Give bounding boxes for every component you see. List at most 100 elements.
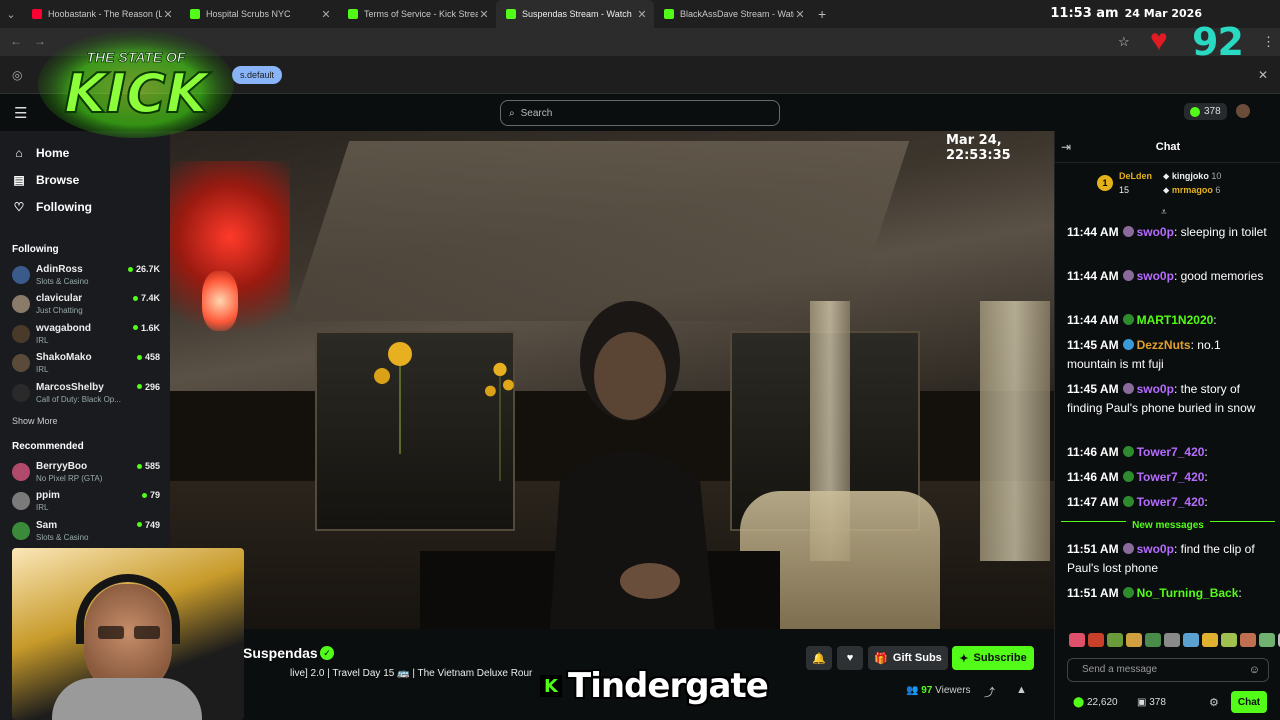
heart-icon: ♥	[846, 652, 854, 664]
emote-icon[interactable]	[1221, 633, 1237, 647]
tab-favicon-icon	[506, 9, 516, 19]
sidebar-channel[interactable]: AdinRoss Slots & Casino 26.7K	[12, 264, 160, 292]
sidebar-nav-following[interactable]: ♡ Following	[12, 200, 92, 214]
browser-tab[interactable]: BlackAssDave Stream - Watch L ✕	[654, 0, 812, 28]
user-avatar[interactable]	[1236, 104, 1250, 118]
chat-username[interactable]: Tower7_420	[1137, 495, 1205, 509]
live-viewer-count: 458	[137, 352, 160, 362]
sidebar-channel[interactable]: Sam Slots & Casino 749	[12, 520, 160, 548]
user-badge-icon	[1122, 543, 1134, 554]
channel-points[interactable]: ▣ 378	[1137, 697, 1166, 708]
tab-favicon-icon	[664, 9, 674, 19]
chat-input-placeholder: Send a message	[1082, 664, 1158, 675]
message-colon: :	[1238, 586, 1242, 600]
subscribe-button[interactable]: ✦ Subscribe	[952, 646, 1034, 670]
sidebar-nav-home[interactable]: ⌂ Home	[12, 146, 69, 160]
chat-input[interactable]: Send a message ☺	[1067, 658, 1269, 682]
live-viewer-count: 585	[137, 461, 160, 471]
chat-username[interactable]: swo0p	[1137, 269, 1174, 283]
emote-icon[interactable]	[1069, 633, 1085, 647]
menu-icon[interactable]: ☰	[14, 104, 27, 122]
sidebar-channel[interactable]: wvagabond IRL 1.6K	[12, 323, 160, 351]
leaderboard-entry[interactable]: ⬥ kingjoko 10	[1163, 171, 1221, 182]
gift-box-icon: ▣	[1137, 697, 1147, 708]
streamer-name[interactable]: Suspendas	[243, 645, 318, 661]
emote-icon[interactable]	[1202, 633, 1218, 647]
browser-menu-icon[interactable]: ⋮	[1262, 34, 1275, 50]
sidebar-channel[interactable]: ppim IRL 79	[12, 490, 160, 518]
sidebar-nav-browse[interactable]: ▤ Browse	[12, 173, 79, 187]
following-heading: Following	[12, 244, 59, 255]
message-time: 11:47 AM	[1067, 495, 1119, 509]
close-tab-icon[interactable]: ✕	[478, 8, 490, 21]
tab-title: Hospital Scrubs NYC	[206, 9, 291, 19]
gift-subs-button[interactable]: 🎁 Gift Subs	[868, 646, 948, 670]
notification-bell-button[interactable]: 🔔	[806, 646, 832, 670]
close-tab-icon[interactable]: ✕	[636, 8, 648, 21]
show-more-link[interactable]: Show More	[12, 416, 58, 426]
browser-tab[interactable]: Hoobastank - The Reason (Lyric ✕	[22, 0, 180, 28]
chat-username[interactable]: Tower7_420	[1137, 445, 1205, 459]
message-colon: :	[1173, 542, 1181, 556]
sidebar-channel[interactable]: MarcosShelby Call of Duty: Black Op... 2…	[12, 382, 160, 410]
chat-message: 11:46 AM Tower7_420:	[1067, 468, 1267, 487]
people-icon: 👥	[906, 685, 919, 696]
sidebar-channel[interactable]: BerryyBoo No Pixel RP (GTA) 585	[12, 461, 160, 489]
close-tab-icon[interactable]: ✕	[320, 8, 332, 21]
chat-username[interactable]: MART1N2020	[1137, 313, 1214, 327]
emote-icon[interactable]	[1164, 633, 1180, 647]
new-messages-divider[interactable]: New messages	[1061, 520, 1275, 540]
sidebar-channel[interactable]: clavicular Just Chatting 7.4K	[12, 293, 160, 321]
emote-icon[interactable]	[1107, 633, 1123, 647]
chat-username[interactable]: swo0p	[1137, 542, 1174, 556]
emote-icon[interactable]	[1183, 633, 1199, 647]
close-tab-icon[interactable]: ✕	[794, 8, 806, 21]
send-chat-button[interactable]: Chat	[1231, 691, 1267, 713]
browser-tab[interactable]: Suspendas Stream - Watch ✕	[496, 0, 654, 28]
follow-button[interactable]: ♥	[837, 646, 863, 670]
close-tab-icon[interactable]: ✕	[162, 8, 174, 21]
tab-list-dropdown-icon[interactable]: ⌄	[0, 0, 22, 28]
message-time: 11:51 AM	[1067, 542, 1119, 556]
emote-icon[interactable]	[1240, 633, 1256, 647]
leaderboard-entry[interactable]: DeLden	[1119, 171, 1152, 181]
report-icon[interactable]: ▲	[1016, 684, 1027, 696]
emote-icon[interactable]	[1259, 633, 1275, 647]
user-badge-icon	[1122, 471, 1134, 482]
leaderboard-entry[interactable]: ⬥ mrmagoo 6	[1163, 185, 1220, 196]
chat-username[interactable]: No_Turning_Back	[1137, 586, 1239, 600]
kick-points-badge[interactable]: 378	[1184, 103, 1227, 120]
search-input[interactable]: ⌕ Search	[500, 100, 780, 126]
browser-tab[interactable]: Hospital Scrubs NYC ✕	[180, 0, 338, 28]
sidebar-channel[interactable]: ShakoMako IRL 458	[12, 352, 160, 380]
bookmark-star-icon[interactable]: ☆	[1118, 34, 1130, 50]
emoji-icon[interactable]: ☺	[1249, 659, 1260, 681]
avatar	[12, 295, 30, 314]
expand-pinned-icon[interactable]: ⩡	[1161, 207, 1167, 218]
chat-username[interactable]: Tower7_420	[1137, 470, 1205, 484]
stream-title: live] 2.0 | Travel Day 15 🚌 | The Vietna…	[290, 668, 533, 679]
new-tab-button[interactable]: +	[818, 6, 826, 22]
default-browser-pill[interactable]: s.default	[232, 66, 283, 84]
avatar	[12, 521, 30, 540]
chat-settings-icon[interactable]: ⚙	[1209, 696, 1219, 709]
chat-username[interactable]: swo0p	[1137, 225, 1174, 239]
chat-username[interactable]: DezzNuts	[1137, 338, 1191, 352]
message-colon: :	[1173, 269, 1181, 283]
back-arrow-icon[interactable]: ←	[10, 34, 22, 48]
caption-text: Tindergate	[568, 666, 769, 706]
video-player[interactable]: Mar 24, 22:53:35	[170, 131, 1054, 629]
chat-username[interactable]: swo0p	[1137, 382, 1174, 396]
points-balance[interactable]: ⬤ 22,620	[1073, 697, 1118, 708]
channel-category: IRL	[36, 503, 49, 513]
channel-name: Sam	[36, 519, 58, 531]
close-infobar-icon[interactable]: ✕	[1258, 68, 1268, 82]
emote-icon[interactable]	[1145, 633, 1161, 647]
browser-tab[interactable]: Terms of Service - Kick Stream ✕	[338, 0, 496, 28]
emote-icon[interactable]	[1126, 633, 1142, 647]
video-frame-curtain	[980, 301, 1050, 561]
share-icon[interactable]: ⤴	[984, 684, 995, 700]
viewer-count: 👥 97 Viewers	[906, 685, 971, 696]
emote-icon[interactable]	[1088, 633, 1104, 647]
state-of-kick-logo: THE STATE OF KICK	[38, 30, 234, 138]
